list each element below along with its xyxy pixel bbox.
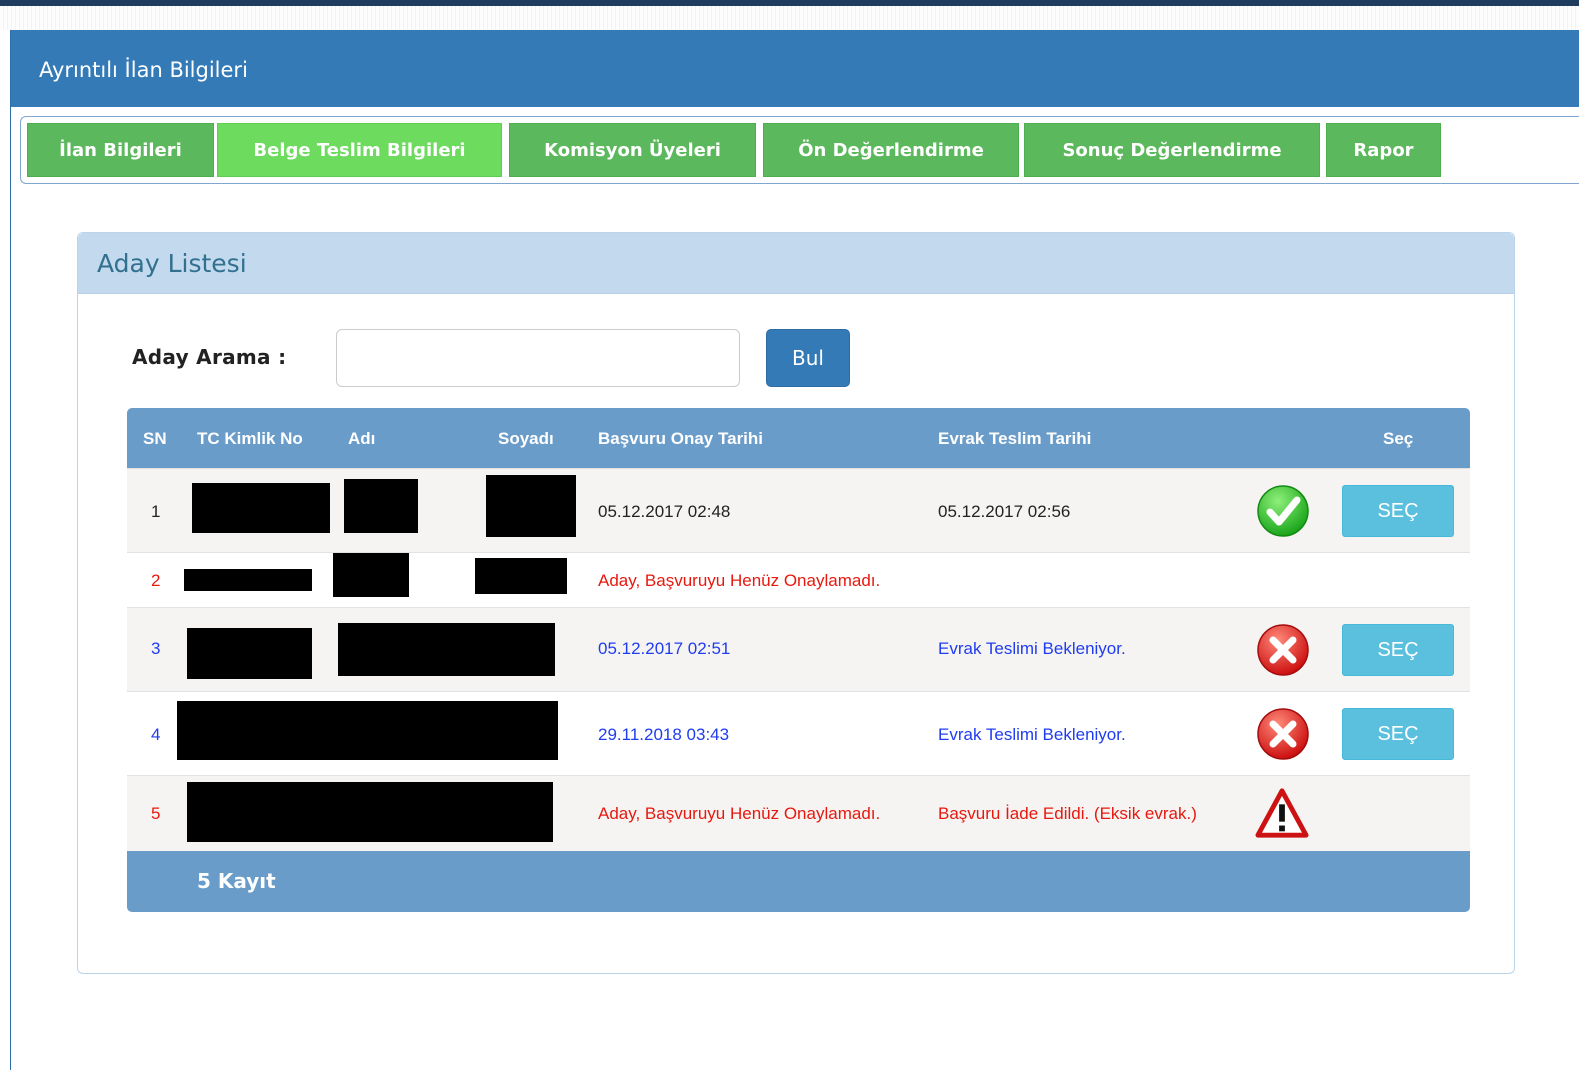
table-row: 1 05.12.2017 02:48 05.12.2017 02:56 SEÇ [127, 468, 1470, 552]
col-evrak-teslim-tarihi: Evrak Teslim Tarihi [938, 429, 1092, 448]
col-adi: Adı [348, 429, 376, 448]
redacted-tc [192, 483, 330, 533]
select-button[interactable]: SEÇ [1342, 708, 1454, 760]
search-input[interactable] [336, 329, 740, 387]
search-button[interactable]: Bul [766, 329, 850, 387]
redacted-name-surname [338, 623, 555, 676]
redacted-identity [177, 701, 558, 760]
cross-icon [1257, 708, 1309, 760]
detail-panel: Ayrıntılı İlan Bilgileri İlan Bilgileri … [10, 30, 1579, 1070]
redacted-surname [475, 558, 567, 594]
col-sn: SN [143, 429, 167, 448]
tab-belge-teslim-bilgileri[interactable]: Belge Teslim Bilgileri [217, 123, 502, 177]
table-row: 4 29.11.2018 03:43 Evrak Teslimi Bekleni… [127, 691, 1470, 775]
tab-komisyon-uyeleri[interactable]: Komisyon Üyeleri [509, 123, 756, 177]
tab-rapor[interactable]: Rapor [1326, 123, 1441, 177]
redacted-identity [187, 782, 553, 842]
table-footer: 5 Kayıt [127, 851, 1470, 912]
row-sn: 4 [151, 725, 161, 744]
check-icon [1257, 485, 1309, 537]
candidate-list-card: Aday Listesi Aday Arama : Bul SN TC Kiml… [77, 232, 1515, 974]
row-evrak-tarihi: Evrak Teslimi Bekleniyor. [938, 639, 1126, 658]
row-evrak-tarihi: 05.12.2017 02:56 [938, 502, 1071, 521]
redacted-tc [187, 628, 312, 679]
tab-bar: İlan Bilgileri Belge Teslim Bilgileri Ko… [20, 116, 1579, 184]
select-button[interactable]: SEÇ [1342, 624, 1454, 676]
col-tc-kimlik-no: TC Kimlik No [197, 429, 303, 448]
tab-sonuc-degerlendirme[interactable]: Sonuç Değerlendirme [1024, 123, 1320, 177]
row-onay-tarihi: 29.11.2018 03:43 [598, 725, 730, 744]
card-title: Aday Listesi [78, 233, 1514, 294]
select-button[interactable]: SEÇ [1342, 485, 1454, 537]
col-sec: Seç [1383, 429, 1414, 448]
row-sn: 2 [151, 571, 161, 590]
table-row: 5 Aday, Başvuruyu Henüz Onaylamadı. Başv… [127, 775, 1470, 851]
row-sn: 5 [151, 804, 161, 823]
row-evrak-tarihi: Başvuru İade Edildi. (Eksik evrak.) [938, 804, 1197, 823]
col-basvuru-onay-tarihi: Başvuru Onay Tarihi [598, 429, 764, 448]
row-onay-tarihi: Aday, Başvuruyu Henüz Onaylamadı. [598, 571, 881, 590]
redacted-tc [184, 569, 312, 591]
warning-icon [1255, 788, 1309, 838]
row-onay-tarihi: 05.12.2017 02:48 [598, 502, 731, 521]
row-sn: 3 [151, 639, 161, 658]
redacted-name [333, 553, 409, 597]
search-label: Aday Arama : [132, 345, 287, 369]
record-count: 5 Kayıt [197, 869, 276, 893]
redacted-name [344, 479, 418, 533]
candidate-table: SN TC Kimlik No Adı Soyadı Başvuru Onay … [127, 408, 1470, 912]
row-evrak-tarihi: Evrak Teslimi Bekleniyor. [938, 725, 1126, 744]
cross-icon [1257, 624, 1309, 676]
row-onay-tarihi: Aday, Başvuruyu Henüz Onaylamadı. [598, 804, 881, 823]
table-row: 2 Aday, Başvuruyu Henüz Onaylamadı. [127, 552, 1470, 607]
panel-title: Ayrıntılı İlan Bilgileri [11, 30, 1579, 107]
window-top-strip [0, 6, 1579, 30]
tab-on-degerlendirme[interactable]: Ön Değerlendirme [763, 123, 1019, 177]
redacted-surname [486, 475, 576, 537]
col-soyadi: Soyadı [498, 429, 554, 448]
row-sn: 1 [151, 502, 161, 521]
table-row: 3 05.12.2017 02:51 Evrak Teslimi Bekleni… [127, 607, 1470, 691]
row-onay-tarihi: 05.12.2017 02:51 [598, 639, 731, 658]
tab-ilan-bilgileri[interactable]: İlan Bilgileri [27, 123, 214, 177]
table-header: SN TC Kimlik No Adı Soyadı Başvuru Onay … [127, 408, 1470, 468]
